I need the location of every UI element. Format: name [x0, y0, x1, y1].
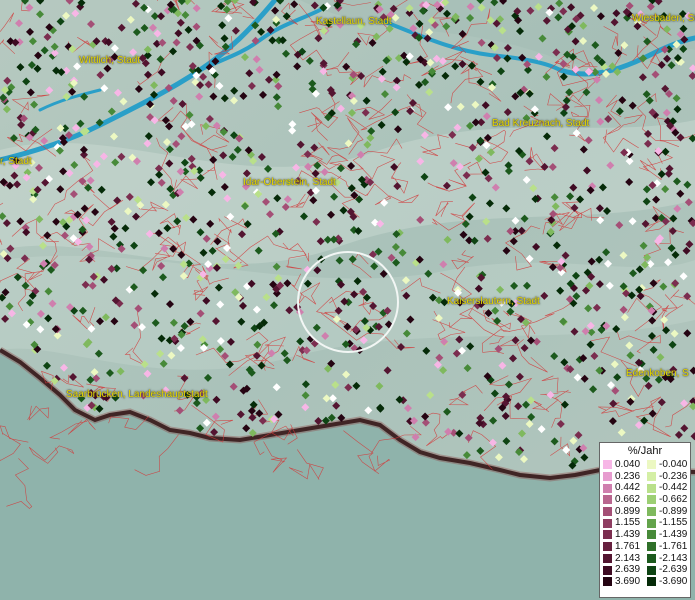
- legend-value: -1.439: [659, 529, 688, 541]
- legend-swatch: [647, 542, 656, 552]
- legend-value: 0.899: [615, 505, 641, 517]
- legend-swatch: [603, 507, 612, 517]
- legend-positive-column: 0.040 0.236 0.442 0.662 0.899 1.155 1.439 1.761…: [603, 459, 640, 588]
- legend-row: -2.143: [647, 553, 687, 565]
- legend-row: -0.899: [647, 506, 687, 518]
- legend-row: 1.761: [603, 541, 640, 553]
- legend-row: 1.155: [603, 517, 640, 529]
- legend-row: 0.442: [603, 482, 640, 494]
- legend-value: 0.236: [615, 470, 641, 482]
- legend-value: -0.236: [659, 470, 688, 482]
- legend-row: -1.439: [647, 529, 687, 541]
- legend-swatch: [647, 472, 656, 482]
- legend-row: -0.442: [647, 482, 687, 494]
- legend-value: 2.639: [615, 564, 641, 576]
- legend-row: 0.236: [603, 471, 640, 483]
- legend-swatch: [603, 577, 612, 587]
- legend-value: 0.040: [615, 459, 641, 470]
- legend-value: -2.143: [659, 552, 688, 564]
- legend-value: -1.761: [659, 540, 688, 552]
- legend-value: -0.442: [659, 482, 688, 494]
- legend-row: 1.439: [603, 529, 640, 541]
- legend-swatch: [603, 472, 612, 482]
- legend-row: 0.899: [603, 506, 640, 518]
- legend-swatch: [647, 553, 656, 563]
- city-label-kaiserslautern: Kaiserslautern, Stadt: [447, 296, 540, 307]
- legend-swatch: [603, 565, 612, 575]
- legend-row: 0.662: [603, 494, 640, 506]
- legend-swatch: [603, 518, 612, 528]
- legend-value: 1.761: [615, 540, 641, 552]
- city-label-trier: r, Stadt: [0, 156, 32, 167]
- legend-swatch: [647, 577, 656, 587]
- city-label-edenkoben: Edenkoben, S: [626, 368, 689, 379]
- city-label-bad-kreuznach: Bad Kreuznach, Stadt: [492, 118, 590, 129]
- legend-value: 2.143: [615, 552, 641, 564]
- legend-swatch: [603, 483, 612, 493]
- legend-swatch: [603, 495, 612, 505]
- city-label-idar-oberstein: Idar-Oberstein, Stadt: [243, 177, 336, 188]
- legend-swatch: [647, 565, 656, 575]
- legend-row: 3.690: [603, 576, 640, 588]
- legend-title: %/Jahr: [627, 445, 663, 457]
- legend-value: 3.690: [615, 575, 641, 587]
- legend-swatch: [647, 495, 656, 505]
- legend-value: 1.155: [615, 517, 641, 529]
- map-canvas[interactable]: [0, 0, 695, 600]
- legend-swatch: [647, 518, 656, 528]
- city-label-saarbruecken: Saarbrücken, Landeshauptstadt: [66, 389, 208, 400]
- legend-row: -1.761: [647, 541, 687, 553]
- legend-row: 2.143: [603, 553, 640, 565]
- legend-value: -0.040: [659, 459, 688, 470]
- legend-row: -0.662: [647, 494, 687, 506]
- legend-row: -1.155: [647, 517, 687, 529]
- legend-value: -2.639: [659, 564, 688, 576]
- city-label-kastellaun: Kastellaun, Stadt: [316, 16, 392, 27]
- legend-swatch: [647, 530, 656, 540]
- legend-negative-column: -0.040 -0.236 -0.442 -0.662 -0.899 -1.155 -1.4…: [647, 459, 687, 588]
- legend-value: 0.662: [615, 494, 641, 506]
- legend-value: -0.899: [659, 505, 688, 517]
- legend-swatch: [603, 530, 612, 540]
- legend-value: -1.155: [659, 517, 688, 529]
- legend-value: 1.439: [615, 529, 641, 541]
- legend-swatch: [603, 460, 612, 470]
- legend-swatch: [647, 460, 656, 470]
- legend-value: 0.442: [615, 482, 641, 494]
- legend-swatch: [603, 542, 612, 552]
- legend-row: -3.690: [647, 576, 687, 588]
- legend-row: 0.040: [603, 459, 640, 471]
- legend-row: -0.236: [647, 471, 687, 483]
- legend: %/Jahr 0.040 0.236 0.442 0.662 0.899 1.155 1.4…: [599, 442, 691, 598]
- legend-swatch: [603, 553, 612, 563]
- legend-swatch: [647, 483, 656, 493]
- city-label-wiesbaden: Wiesbaden, St: [632, 13, 695, 24]
- city-label-wittlich: Wittlich, Stadt: [79, 55, 141, 66]
- legend-swatch: [647, 507, 656, 517]
- legend-row: -0.040: [647, 459, 687, 471]
- legend-value: -0.662: [659, 494, 688, 506]
- legend-row: -2.639: [647, 564, 687, 576]
- legend-value: -3.690: [659, 575, 688, 587]
- legend-row: 2.639: [603, 564, 640, 576]
